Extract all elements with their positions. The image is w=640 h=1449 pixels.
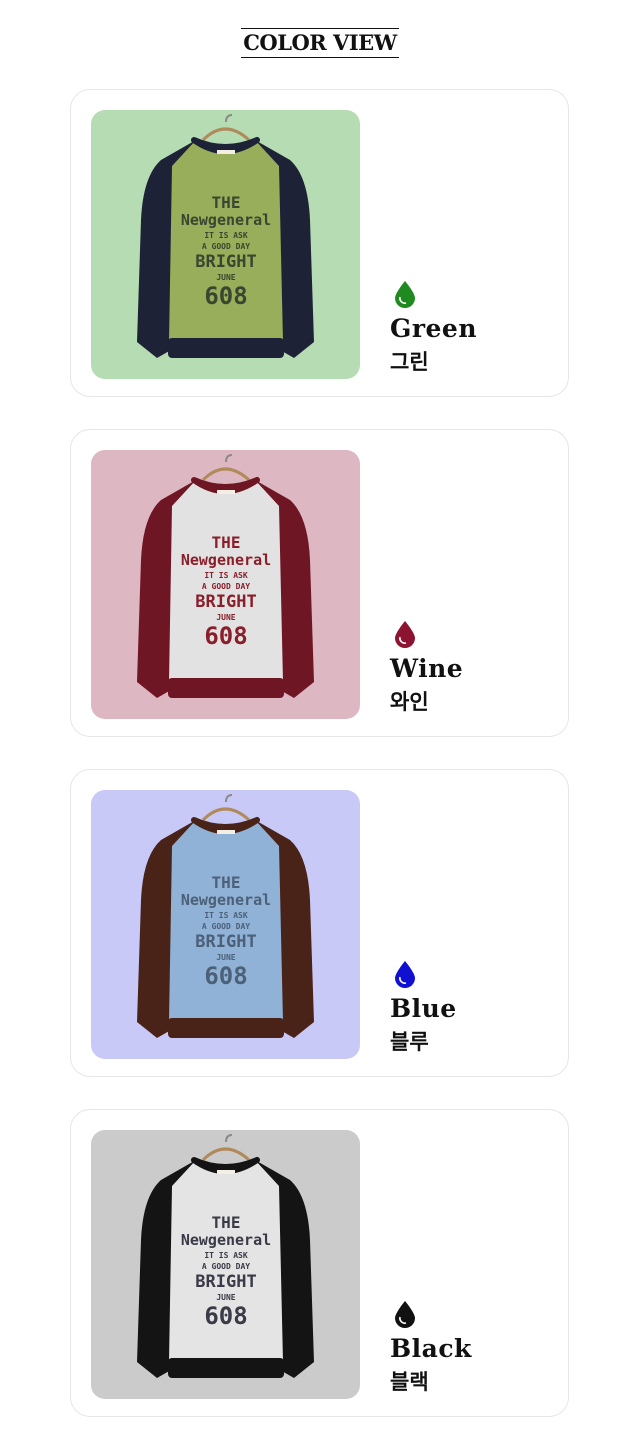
product-photo: THE Newgeneral IT IS ASK A GOOD DAY BRIGHT JU… bbox=[91, 1130, 360, 1399]
svg-text:THE: THE bbox=[212, 873, 241, 892]
svg-text:A GOOD DAY: A GOOD DAY bbox=[202, 1262, 250, 1271]
product-photo: THE Newgeneral IT IS ASK A GOOD DAY BRIGHT JU… bbox=[91, 790, 360, 1059]
color-name-ko: 블루 bbox=[390, 1030, 429, 1054]
svg-text:A GOOD DAY: A GOOD DAY bbox=[202, 582, 250, 591]
svg-text:IT IS ASK: IT IS ASK bbox=[204, 1251, 248, 1260]
color-name-en: Green bbox=[390, 314, 478, 343]
svg-text:BRIGHT: BRIGHT bbox=[195, 1272, 256, 1292]
svg-text:608: 608 bbox=[204, 282, 247, 310]
svg-text:THE: THE bbox=[212, 193, 241, 212]
svg-text:608: 608 bbox=[204, 622, 247, 650]
svg-text:THE: THE bbox=[212, 533, 241, 552]
svg-text:Newgeneral: Newgeneral bbox=[181, 551, 271, 569]
svg-text:BRIGHT: BRIGHT bbox=[195, 252, 256, 272]
color-name-en: Wine bbox=[390, 654, 464, 683]
product-photo: THE Newgeneral IT IS ASK A GOOD DAY BRIGHT JU… bbox=[91, 450, 360, 719]
color-name-ko: 블랙 bbox=[390, 1370, 429, 1394]
svg-text:BRIGHT: BRIGHT bbox=[195, 592, 256, 612]
svg-text:A GOOD DAY: A GOOD DAY bbox=[202, 922, 250, 931]
svg-text:Newgeneral: Newgeneral bbox=[181, 891, 271, 909]
color-name-en: Blue bbox=[390, 994, 457, 1023]
svg-text:JUNE: JUNE bbox=[216, 273, 235, 282]
color-view-heading: COLOR VIEW bbox=[0, 28, 640, 58]
color-name-ko: 그린 bbox=[390, 350, 429, 374]
color-card-green: THE Newgeneral IT IS ASK A GOOD DAY BRIGHT JU… bbox=[70, 89, 569, 397]
svg-text:JUNE: JUNE bbox=[216, 1293, 235, 1302]
water-drop-icon bbox=[393, 280, 417, 308]
color-card-blue: THE Newgeneral IT IS ASK A GOOD DAY BRIGHT JU… bbox=[70, 769, 569, 1077]
product-photo: THE Newgeneral IT IS ASK A GOOD DAY BRIGHT JU… bbox=[91, 110, 360, 379]
svg-text:IT IS ASK: IT IS ASK bbox=[204, 231, 248, 240]
page-title: COLOR VIEW bbox=[241, 28, 399, 58]
svg-text:BRIGHT: BRIGHT bbox=[195, 932, 256, 952]
svg-text:THE: THE bbox=[212, 1213, 241, 1232]
water-drop-icon bbox=[393, 960, 417, 988]
svg-text:Newgeneral: Newgeneral bbox=[181, 1231, 271, 1249]
water-drop-icon bbox=[393, 1300, 417, 1328]
svg-text:608: 608 bbox=[204, 1302, 247, 1330]
color-name-en: Black bbox=[390, 1334, 472, 1363]
svg-text:A GOOD DAY: A GOOD DAY bbox=[202, 242, 250, 251]
svg-text:IT IS ASK: IT IS ASK bbox=[204, 571, 248, 580]
color-card-wine: THE Newgeneral IT IS ASK A GOOD DAY BRIGHT JU… bbox=[70, 429, 569, 737]
water-drop-icon bbox=[393, 620, 417, 648]
svg-text:IT IS ASK: IT IS ASK bbox=[204, 911, 248, 920]
svg-text:Newgeneral: Newgeneral bbox=[181, 211, 271, 229]
color-card-black: THE Newgeneral IT IS ASK A GOOD DAY BRIGHT JU… bbox=[70, 1109, 569, 1417]
color-name-ko: 와인 bbox=[390, 690, 429, 714]
svg-text:608: 608 bbox=[204, 962, 247, 990]
svg-text:JUNE: JUNE bbox=[216, 953, 235, 962]
svg-text:JUNE: JUNE bbox=[216, 613, 235, 622]
